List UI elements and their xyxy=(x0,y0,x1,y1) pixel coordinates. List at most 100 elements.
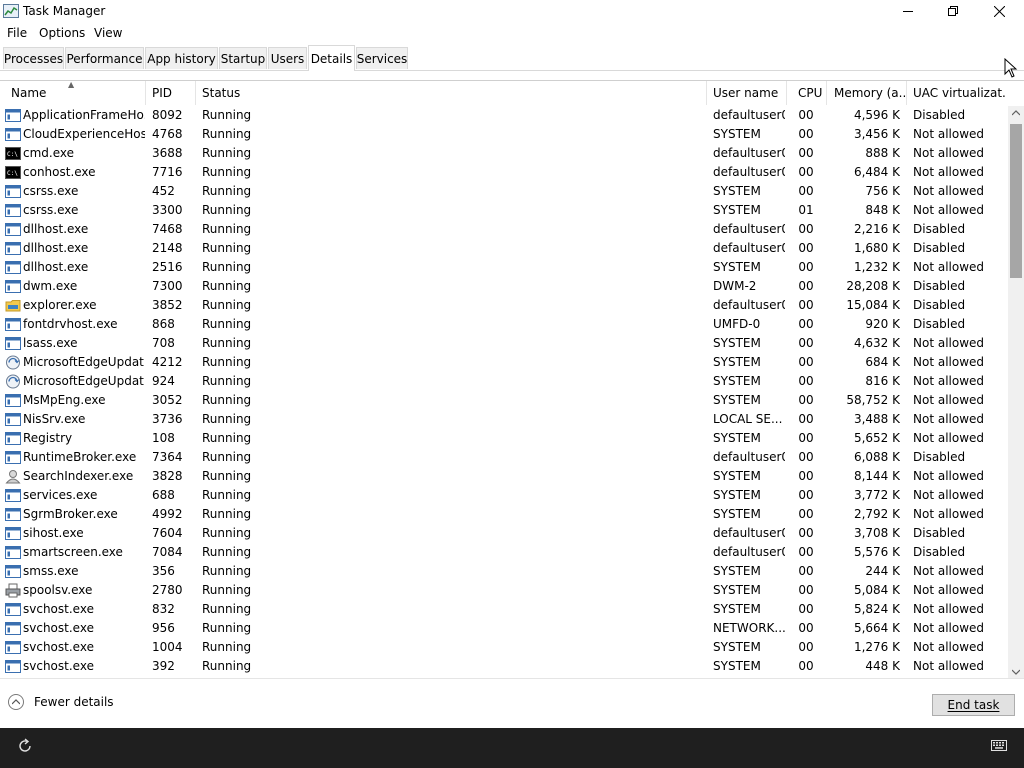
power-cycle-icon[interactable] xyxy=(16,737,34,755)
cell-status: Running xyxy=(202,317,252,331)
cell-user-name: SYSTEM xyxy=(713,507,761,521)
updater-icon xyxy=(6,355,20,370)
cell-pid: 4768 xyxy=(152,127,183,141)
table-row[interactable]: SgrmBroker.exe 4992 Running SYSTEM 00 2,792 K… xyxy=(0,505,1008,524)
table-row[interactable]: svchost.exe 832 Running SYSTEM 00 5,824 K Not … xyxy=(0,600,1008,619)
app-window-icon xyxy=(5,508,21,521)
table-row[interactable]: lsass.exe 708 Running SYSTEM 00 4,632 K Not al… xyxy=(0,334,1008,353)
cell-cpu: 00 xyxy=(798,355,814,369)
table-row[interactable]: fontdrvhost.exe 868 Running UMFD-0 00 920 K Di… xyxy=(0,315,1008,334)
cell-pid: 4992 xyxy=(152,507,183,521)
table-row[interactable]: dllhost.exe 2516 Running SYSTEM 00 1,232 K Not… xyxy=(0,258,1008,277)
tab-services[interactable]: Services xyxy=(356,47,408,69)
cell-pid: 688 xyxy=(152,488,175,502)
cell-memory: 5,824 K xyxy=(853,602,900,616)
tab-startup[interactable]: Startup xyxy=(219,47,267,69)
cell-status: Running xyxy=(202,659,252,673)
tab-details[interactable]: Details xyxy=(308,45,355,71)
column-header-pid[interactable]: PID xyxy=(148,81,194,105)
cell-cpu: 00 xyxy=(798,431,814,445)
app-window-icon xyxy=(5,280,21,293)
close-button[interactable] xyxy=(976,0,1022,22)
table-row[interactable]: C:\ cmd.exe 3688 Running defaultuser0 00 888 K… xyxy=(0,144,1008,163)
cell-cpu: 00 xyxy=(798,317,814,331)
tab-app-history[interactable]: App history xyxy=(145,47,218,69)
cell-cpu: 00 xyxy=(798,374,814,388)
tab-users[interactable]: Users xyxy=(268,47,307,69)
cell-status: Running xyxy=(202,298,252,312)
table-row[interactable]: dwm.exe 7300 Running DWM-2 00 28,208 K Disable… xyxy=(0,277,1008,296)
fewer-details-label: Fewer details xyxy=(34,695,114,709)
table-row[interactable]: dllhost.exe 2148 Running defaultuser0 00 1,68… xyxy=(0,239,1008,258)
table-row[interactable]: Registry 108 Running SYSTEM 00 5,652 K Not all… xyxy=(0,429,1008,448)
cell-uac: Disabled xyxy=(913,526,966,540)
cell-uac: Not allowed xyxy=(913,336,985,350)
cell-name: smartscreen.exe xyxy=(23,545,123,559)
tab-processes[interactable]: Processes xyxy=(3,47,64,69)
cell-pid: 3688 xyxy=(152,146,183,160)
console-icon: C:\ xyxy=(5,147,21,160)
scroll-up-icon[interactable] xyxy=(1012,110,1020,116)
table-row[interactable]: ApplicationFrameHo... 8092 Running defaultu… xyxy=(0,106,1008,125)
end-task-button[interactable]: End task xyxy=(932,694,1015,716)
table-row[interactable]: spoolsv.exe 2780 Running SYSTEM 00 5,084 K Not… xyxy=(0,581,1008,600)
column-header-status[interactable]: Status xyxy=(198,81,706,105)
table-row[interactable]: csrss.exe 3300 Running SYSTEM 01 848 K Not all… xyxy=(0,201,1008,220)
cell-pid: 3052 xyxy=(152,393,183,407)
cell-status: Running xyxy=(202,431,252,445)
column-header-uac-virtualization[interactable]: UAC virtualizat... xyxy=(909,81,1006,105)
table-row[interactable]: MsMpEng.exe 3052 Running SYSTEM 00 58,752 K No… xyxy=(0,391,1008,410)
svg-text:C:\: C:\ xyxy=(7,170,18,177)
vertical-scrollbar[interactable] xyxy=(1008,106,1024,679)
table-row[interactable]: csrss.exe 452 Running SYSTEM 00 756 K Not allo… xyxy=(0,182,1008,201)
cell-cpu: 00 xyxy=(798,507,814,521)
table-row[interactable]: smartscreen.exe 7084 Running defaultuser0 00… xyxy=(0,543,1008,562)
table-row[interactable]: smss.exe 356 Running SYSTEM 00 244 K Not allow… xyxy=(0,562,1008,581)
tab-performance[interactable]: Performance xyxy=(65,47,144,69)
cell-status: Running xyxy=(202,526,252,540)
table-row[interactable]: svchost.exe 956 Running NETWORK... 00 5,664 K… xyxy=(0,619,1008,638)
cell-name: ApplicationFrameHo... xyxy=(23,108,145,122)
cell-pid: 2516 xyxy=(152,260,183,274)
menu-options[interactable]: Options xyxy=(39,26,85,40)
cell-pid: 3828 xyxy=(152,469,183,483)
column-header-name[interactable]: Name xyxy=(7,81,145,105)
table-row[interactable]: CloudExperienceHos... 4768 Running SYSTEM 00… xyxy=(0,125,1008,144)
scroll-down-icon[interactable] xyxy=(1012,669,1020,675)
minimize-button[interactable] xyxy=(885,0,931,22)
table-row[interactable]: explorer.exe 3852 Running defaultuser0 00 15,… xyxy=(0,296,1008,315)
restore-button[interactable] xyxy=(930,0,976,22)
cell-name: MicrosoftEdgeUpdat... xyxy=(23,355,145,369)
cell-name: RuntimeBroker.exe xyxy=(23,450,137,464)
table-row[interactable]: NisSrv.exe 3736 Running LOCAL SE... 00 3,488 … xyxy=(0,410,1008,429)
column-header-user-name[interactable]: User name xyxy=(709,81,786,105)
table-row[interactable]: C:\ conhost.exe 7716 Running defaultuser0 00 6… xyxy=(0,163,1008,182)
table-row[interactable]: RuntimeBroker.exe 7364 Running defaultuser0… xyxy=(0,448,1008,467)
cell-name: CloudExperienceHos... xyxy=(23,127,145,141)
column-header-cpu[interactable]: CPU xyxy=(794,81,826,105)
cell-memory: 3,456 K xyxy=(853,127,900,141)
cell-memory: 6,484 K xyxy=(853,165,900,179)
menu-bar: File Options View xyxy=(0,23,1024,43)
keyboard-icon[interactable] xyxy=(991,740,1007,751)
table-row[interactable]: MicrosoftEdgeUpdat... 4212 Running SYSTEM 00… xyxy=(0,353,1008,372)
table-row[interactable]: svchost.exe 1004 Running SYSTEM 00 1,276 K Not… xyxy=(0,638,1008,657)
menu-file[interactable]: File xyxy=(7,26,27,40)
table-row[interactable]: SearchIndexer.exe 3828 Running SYSTEM 00 8,14… xyxy=(0,467,1008,486)
minimize-icon xyxy=(903,11,913,12)
table-row[interactable]: dllhost.exe 7468 Running defaultuser0 00 2,21… xyxy=(0,220,1008,239)
column-header-memory[interactable]: Memory (a... xyxy=(830,81,906,105)
cell-pid: 3736 xyxy=(152,412,183,426)
cell-pid: 3852 xyxy=(152,298,183,312)
menu-view[interactable]: View xyxy=(94,26,122,40)
table-row[interactable]: MicrosoftEdgeUpdat... 924 Running SYSTEM 00 8… xyxy=(0,372,1008,391)
table-row[interactable]: svchost.exe 392 Running SYSTEM 00 448 K Not al… xyxy=(0,657,1008,676)
scrollbar-thumb[interactable] xyxy=(1010,124,1022,278)
fewer-details-toggle[interactable]: Fewer details xyxy=(8,694,114,710)
mouse-cursor-icon xyxy=(1004,58,1018,78)
cell-uac: Disabled xyxy=(913,222,966,236)
table-body: ApplicationFrameHo... 8092 Running defaultu… xyxy=(0,106,1008,679)
table-row[interactable]: services.exe 688 Running SYSTEM 00 3,772 K Not… xyxy=(0,486,1008,505)
close-icon xyxy=(993,5,1005,17)
table-row[interactable]: sihost.exe 7604 Running defaultuser0 00 3,708… xyxy=(0,524,1008,543)
